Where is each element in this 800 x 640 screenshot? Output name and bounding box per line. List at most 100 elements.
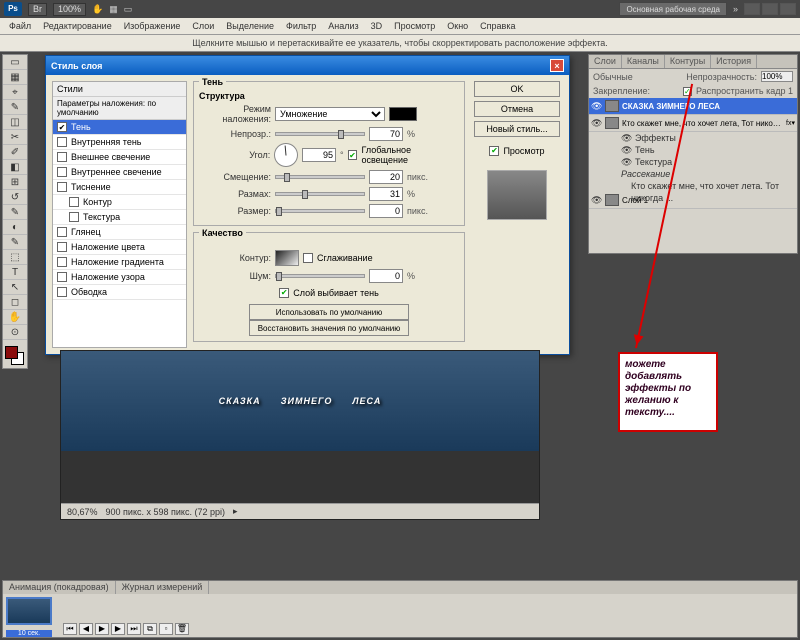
style-item-Контур[interactable]: Контур bbox=[53, 195, 186, 210]
style-item-Наложение градиента[interactable]: Наложение градиента bbox=[53, 255, 186, 270]
tab-measurements[interactable]: Журнал измерений bbox=[116, 581, 210, 594]
tab-history[interactable]: История bbox=[711, 55, 757, 68]
menu-edit[interactable]: Редактирование bbox=[38, 20, 117, 32]
chevron-icon[interactable]: ▸ bbox=[233, 506, 238, 517]
size-input[interactable] bbox=[369, 204, 403, 218]
style-checkbox[interactable] bbox=[57, 272, 67, 282]
style-checkbox[interactable] bbox=[57, 242, 67, 252]
tool-blur[interactable]: ⬚ bbox=[3, 250, 27, 265]
fx-badge[interactable]: fx▾ bbox=[786, 119, 795, 127]
eye-icon[interactable]: 👁 bbox=[591, 101, 602, 112]
menu-view[interactable]: Просмотр bbox=[389, 20, 440, 32]
blend-select[interactable]: Умножение bbox=[275, 107, 385, 121]
tool-history[interactable]: ✎ bbox=[3, 205, 27, 220]
tab-paths[interactable]: Контуры bbox=[665, 55, 711, 68]
frame-delay[interactable]: 10 сек. bbox=[6, 630, 52, 637]
style-checkbox[interactable] bbox=[57, 152, 67, 162]
window-arrange-icon[interactable] bbox=[762, 3, 778, 15]
tool-stamp[interactable]: ↺ bbox=[3, 190, 27, 205]
window-arrange-icon[interactable] bbox=[744, 3, 760, 15]
spread-slider[interactable] bbox=[275, 192, 365, 196]
hand-icon[interactable]: ✋ bbox=[92, 4, 103, 15]
anim-play-icon[interactable]: ▶ bbox=[95, 623, 109, 635]
tool-crop[interactable]: ◫ bbox=[3, 115, 27, 130]
angle-input[interactable] bbox=[302, 148, 336, 162]
layer-row-text[interactable]: 👁 СКАЗКА ЗИМНЕГО ЛЕСА bbox=[589, 98, 797, 115]
style-item-Внутренняя тень[interactable]: Внутренняя тень bbox=[53, 135, 186, 150]
opacity-slider[interactable] bbox=[275, 132, 365, 136]
tool-gradient[interactable]: ✎ bbox=[3, 235, 27, 250]
tab-channels[interactable]: Каналы bbox=[622, 55, 665, 68]
tool-zoom[interactable]: ⊙ bbox=[3, 325, 27, 340]
noise-input[interactable] bbox=[369, 269, 403, 283]
menu-window[interactable]: Окно bbox=[442, 20, 473, 32]
style-checkbox[interactable] bbox=[57, 137, 67, 147]
anim-tween-icon[interactable]: ⧉ bbox=[143, 623, 157, 635]
eye-icon[interactable]: 👁 bbox=[591, 118, 602, 129]
menu-image[interactable]: Изображение bbox=[119, 20, 186, 32]
tool-brush[interactable]: ⊞ bbox=[3, 175, 27, 190]
menu-select[interactable]: Выделение bbox=[221, 20, 279, 32]
ok-button[interactable]: OK bbox=[474, 81, 560, 97]
style-checkbox[interactable] bbox=[69, 212, 79, 222]
fx-item-sub[interactable]: Кто скажет мне, что хочет лета. Тот нико… bbox=[621, 180, 797, 192]
style-item-Глянец[interactable]: Глянец bbox=[53, 225, 186, 240]
tool-type[interactable]: T bbox=[3, 265, 27, 280]
style-checkbox[interactable] bbox=[57, 287, 67, 297]
screen-icon[interactable]: ▭ bbox=[124, 4, 133, 15]
spread-input[interactable] bbox=[369, 187, 403, 201]
style-checkbox[interactable] bbox=[57, 122, 67, 132]
knockout-checkbox[interactable] bbox=[279, 288, 289, 298]
style-item-Текстура[interactable]: Текстура bbox=[53, 210, 186, 225]
layer-row[interactable]: 👁 Слой 1 bbox=[589, 192, 797, 209]
noise-slider[interactable] bbox=[275, 274, 365, 278]
zoom-level[interactable]: 80,67% bbox=[67, 507, 98, 517]
angle-dial[interactable] bbox=[274, 143, 298, 167]
anim-new-icon[interactable]: ▫ bbox=[159, 623, 173, 635]
anim-prev-icon[interactable]: ◀ bbox=[79, 623, 93, 635]
use-default-button[interactable]: Использовать по умолчанию bbox=[249, 304, 409, 320]
tool-hand[interactable]: ✋ bbox=[3, 310, 27, 325]
document-canvas[interactable]: СКАЗКАЗИМНЕГОЛЕСА 80,67% 900 пикс. x 598… bbox=[60, 350, 540, 520]
tool-wand[interactable]: ✎ bbox=[3, 100, 27, 115]
style-checkbox[interactable] bbox=[69, 197, 79, 207]
style-checkbox[interactable] bbox=[57, 227, 67, 237]
menu-filter[interactable]: Фильтр bbox=[281, 20, 321, 32]
bridge-button[interactable]: Br bbox=[28, 3, 47, 16]
tool-slice[interactable]: ✂ bbox=[3, 130, 27, 145]
antialias-checkbox[interactable] bbox=[303, 253, 313, 263]
view-icon[interactable]: ▦ bbox=[109, 4, 118, 15]
anim-frame[interactable] bbox=[6, 597, 52, 625]
close-icon[interactable]: × bbox=[550, 59, 564, 72]
offset-input[interactable] bbox=[369, 170, 403, 184]
tool-path[interactable]: ↖ bbox=[3, 280, 27, 295]
style-item-Тень[interactable]: Тень bbox=[53, 120, 186, 135]
size-slider[interactable] bbox=[275, 209, 365, 213]
color-swatch[interactable] bbox=[3, 344, 27, 368]
styles-header[interactable]: Стили bbox=[53, 82, 186, 97]
style-checkbox[interactable] bbox=[57, 182, 67, 192]
layer-row[interactable]: 👁 Кто скажет мне, что хочет лета, Тот ни… bbox=[589, 115, 797, 132]
anim-end-icon[interactable]: ⏭ bbox=[127, 623, 141, 635]
menu-3d[interactable]: 3D bbox=[366, 20, 388, 32]
tool-heal[interactable]: ◧ bbox=[3, 160, 27, 175]
reset-default-button[interactable]: Восстановить значения по умолчанию bbox=[249, 320, 409, 336]
anim-delete-icon[interactable]: 🗑 bbox=[175, 623, 189, 635]
cancel-button[interactable]: Отмена bbox=[474, 101, 560, 117]
style-checkbox[interactable] bbox=[57, 257, 67, 267]
fx-item-emboss[interactable]: Рассекание bbox=[621, 168, 797, 180]
zoom-dropdown[interactable]: 100% bbox=[53, 3, 86, 16]
style-checkbox[interactable] bbox=[57, 167, 67, 177]
opacity-input[interactable] bbox=[761, 71, 793, 82]
menu-layers[interactable]: Слои bbox=[187, 20, 219, 32]
anim-rewind-icon[interactable]: ⏮ bbox=[63, 623, 77, 635]
menu-analysis[interactable]: Анализ bbox=[323, 20, 363, 32]
dialog-titlebar[interactable]: Стиль слоя × bbox=[46, 56, 569, 75]
global-light-checkbox[interactable] bbox=[348, 150, 358, 160]
tool-marquee[interactable]: ▦ bbox=[3, 70, 27, 85]
eye-icon[interactable]: 👁 bbox=[591, 195, 602, 206]
fx-item-shadow[interactable]: 👁 Тень bbox=[621, 144, 797, 156]
shadow-color-swatch[interactable] bbox=[389, 107, 417, 121]
offset-slider[interactable] bbox=[275, 175, 365, 179]
contour-picker[interactable] bbox=[275, 250, 299, 266]
